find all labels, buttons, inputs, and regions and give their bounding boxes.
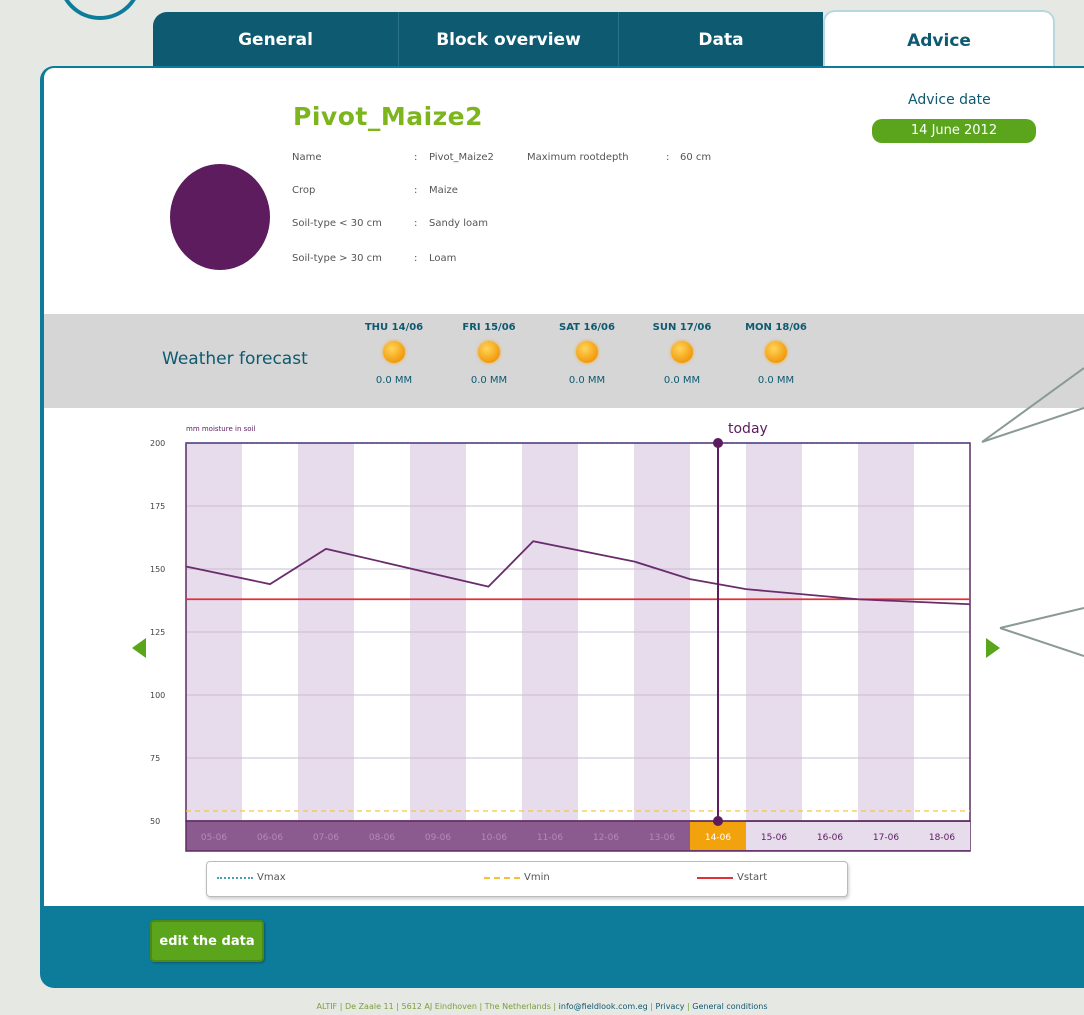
tab-advice[interactable]: Advice — [823, 10, 1055, 70]
x-tick-label: 17-06 — [873, 833, 899, 843]
footer-email-link[interactable]: info@fieldlook.com.eg — [559, 1002, 648, 1011]
x-tick-label: 15-06 — [761, 833, 787, 843]
legend-label: Vmin — [524, 872, 550, 883]
legend-swatch — [484, 876, 520, 879]
tab-bar: General Block overview Data Advice — [153, 10, 1057, 70]
callout-line — [981, 407, 1084, 443]
callout-line — [999, 607, 1084, 629]
y-tick-label: 100 — [150, 691, 165, 700]
y-tick-label: 50 — [150, 817, 160, 826]
x-tick-label: 09-06 — [425, 833, 451, 843]
y-tick-label: 125 — [150, 628, 165, 637]
legend-item-vstart: Vstart — [697, 872, 767, 883]
logo-icon — [64, 0, 136, 20]
main-panel: Pivot_Maize2 Name : Pivot_Maize2 Maximum… — [40, 66, 1084, 988]
today-marker-dot — [713, 816, 723, 826]
edit-data-button[interactable]: edit the data — [150, 920, 264, 962]
soil-moisture-chart: 200 175 150 125 100 75 50 mm moisture in soil 05… — [150, 367, 1084, 852]
x-tick-label: 07-06 — [313, 833, 339, 843]
legend-item-vmax: Vmax — [217, 872, 286, 883]
x-tick-label: 12-06 — [593, 833, 619, 843]
footer-conditions-link[interactable]: General conditions — [692, 1002, 767, 1011]
tab-block-overview[interactable]: Block overview — [398, 12, 618, 68]
y-tick-label: 200 — [150, 439, 165, 448]
callout-line — [981, 367, 1084, 443]
x-tick-label: 06-06 — [257, 833, 283, 843]
footer-address: ALTIF | De Zaale 11 | 5612 AJ Eindhoven … — [316, 1002, 551, 1011]
previous-arrow-icon[interactable] — [132, 638, 146, 658]
y-tick-label: 150 — [150, 565, 165, 574]
x-tick-label: 13-06 — [649, 833, 675, 843]
tab-data[interactable]: Data — [618, 12, 823, 68]
footer: ALTIF | De Zaale 11 | 5612 AJ Eindhoven … — [316, 1002, 768, 1011]
x-tick-label: 11-06 — [537, 833, 563, 843]
chart-legend: Vmax Vmin Vstart — [206, 861, 848, 897]
next-arrow-icon[interactable] — [986, 638, 1000, 658]
y-axis-label: mm moisture in soil — [186, 425, 255, 433]
today-marker-dot — [713, 438, 723, 448]
legend-label: Vstart — [737, 872, 768, 883]
tab-general[interactable]: General — [153, 12, 398, 68]
x-tick-label: 10-06 — [481, 833, 507, 843]
x-tick-label: 05-06 — [201, 833, 227, 843]
x-tick-label: 08-06 — [369, 833, 395, 843]
legend-item-vmin: Vmin — [484, 872, 550, 883]
today-label: today — [728, 421, 768, 437]
x-tick-label: 14-06 — [705, 833, 731, 843]
x-tick-label: 16-06 — [817, 833, 843, 843]
x-tick-label: 18-06 — [929, 833, 955, 843]
y-tick-label: 175 — [150, 502, 165, 511]
legend-swatch — [697, 876, 733, 879]
legend-label: Vmax — [257, 872, 286, 883]
callout-line — [999, 627, 1084, 657]
footer-privacy-link[interactable]: Privacy — [656, 1002, 685, 1011]
content-area: Pivot_Maize2 Name : Pivot_Maize2 Maximum… — [44, 68, 1084, 906]
y-tick-label: 75 — [150, 754, 160, 763]
legend-swatch — [217, 876, 253, 879]
